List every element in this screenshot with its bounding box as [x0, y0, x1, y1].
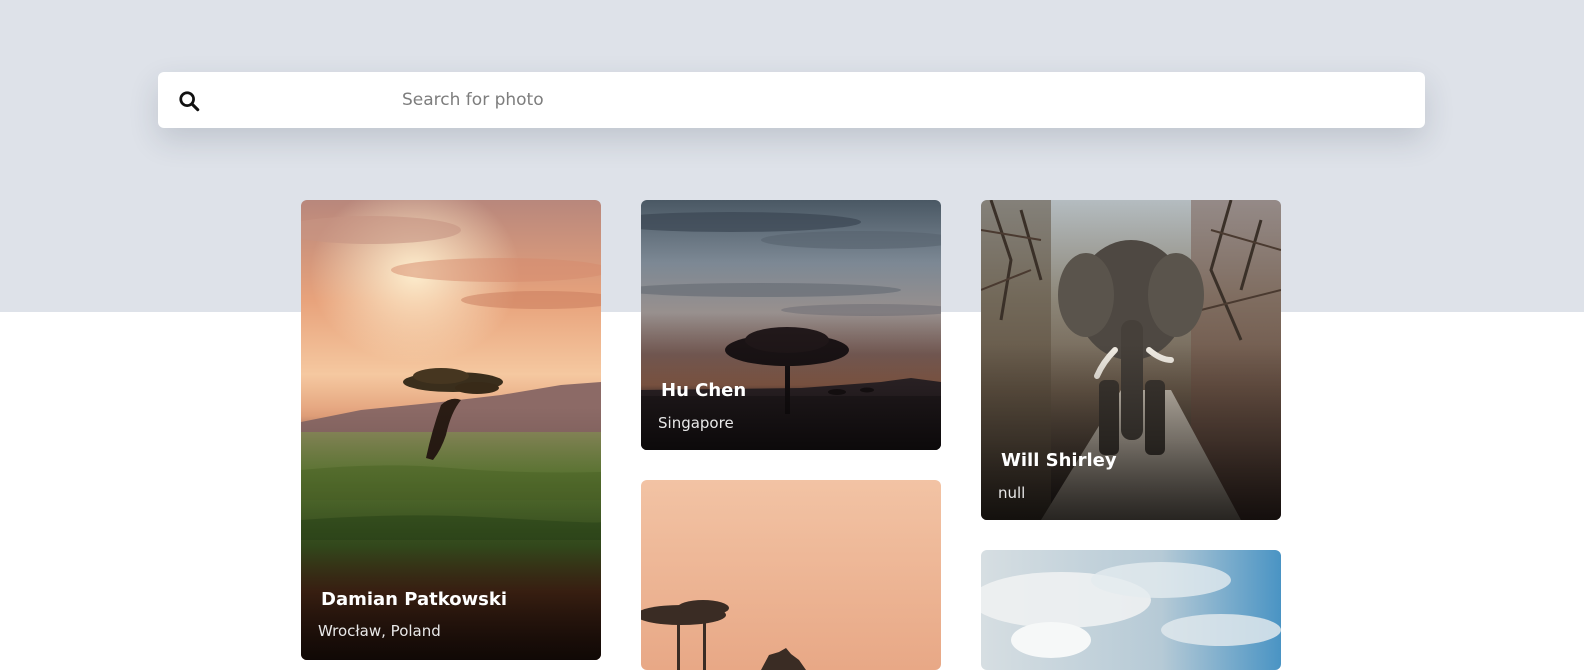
- photographer-name: Will Shirley: [1001, 450, 1117, 471]
- search-bar[interactable]: [158, 72, 1425, 128]
- photo-peach-sky-giraffe-image: [641, 480, 941, 670]
- card-gradient-overlay: [981, 344, 1281, 520]
- photo-cloudy-sky-image: [981, 550, 1281, 670]
- photo-card-damian-patkowski[interactable]: Damian Patkowski Wrocław, Poland: [301, 200, 601, 660]
- photographer-name: Hu Chen: [661, 380, 747, 401]
- photo-location: Wrocław, Poland: [318, 622, 441, 640]
- photo-location: Singapore: [658, 414, 734, 432]
- photo-card-5[interactable]: [981, 550, 1281, 670]
- search-icon[interactable]: [178, 90, 200, 112]
- photo-card-will-shirley[interactable]: Will Shirley null: [981, 200, 1281, 520]
- photo-location: null: [998, 484, 1026, 502]
- photo-card-4[interactable]: [641, 480, 941, 670]
- photo-card-hu-chen[interactable]: Hu Chen Singapore: [641, 200, 941, 450]
- search-input[interactable]: [398, 72, 1398, 128]
- photographer-name: Damian Patkowski: [321, 589, 508, 610]
